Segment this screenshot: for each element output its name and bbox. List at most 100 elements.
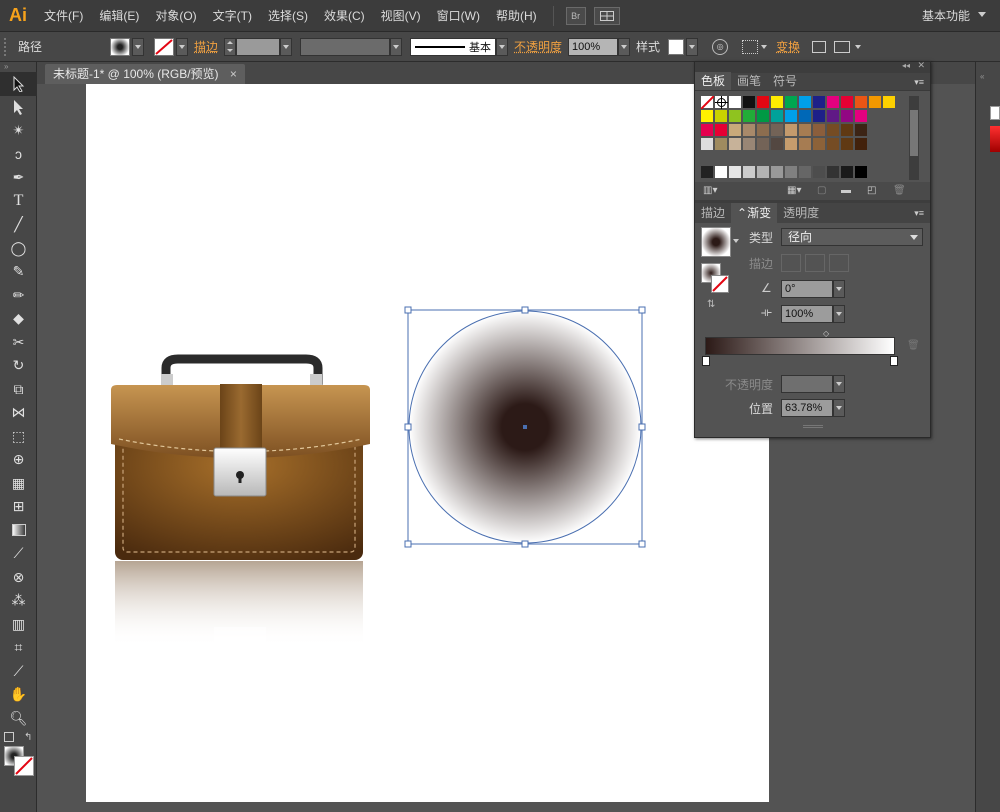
swatch[interactable] (757, 138, 770, 151)
style-dropdown[interactable] (686, 37, 699, 56)
swatch[interactable] (855, 124, 868, 137)
brush-definition[interactable]: 基本 (410, 37, 497, 56)
swatch-gray[interactable] (785, 166, 798, 179)
swatch-gray[interactable] (799, 166, 812, 179)
isolate-group-icon[interactable] (812, 40, 827, 53)
menu-object[interactable]: 对象(O) (147, 0, 204, 32)
swatch[interactable] (869, 96, 882, 109)
fill-stroke-widget[interactable]: ↰ (0, 730, 36, 780)
menu-help[interactable]: 帮助(H) (488, 0, 545, 32)
swatch[interactable] (771, 124, 784, 137)
stop-opacity-dropdown[interactable] (833, 375, 845, 393)
brush-dropdown[interactable] (496, 37, 509, 56)
stroke-weight-stepper[interactable] (224, 37, 237, 56)
magic-wand-tool-icon[interactable]: ✴ (0, 119, 37, 143)
stroke-color-icon[interactable] (14, 756, 34, 776)
swatch-gray[interactable] (841, 166, 854, 179)
stroke-weight-dropdown[interactable] (280, 37, 293, 56)
fill-dropdown[interactable] (132, 37, 145, 56)
swatch-registration[interactable] (715, 96, 728, 109)
swatch[interactable] (771, 138, 784, 151)
swatch[interactable] (827, 124, 840, 137)
swatch[interactable] (729, 124, 742, 137)
swatch-libraries-icon[interactable]: ▥▾ (703, 185, 717, 196)
gradient-tool-icon[interactable] (0, 519, 37, 543)
collapse-panel-icon[interactable]: ◂◂ (902, 61, 910, 70)
profile-dropdown[interactable] (390, 37, 403, 56)
bridge-button[interactable]: Br (565, 6, 586, 25)
tab-stroke[interactable]: 描边 (695, 203, 731, 223)
eyedropper-tool-icon[interactable]: ⟋ (0, 542, 37, 566)
tab-transparency[interactable]: 透明度 (777, 203, 825, 223)
swatch[interactable] (701, 124, 714, 137)
swap-colors-icon[interactable]: ↰ (24, 732, 32, 743)
artboard[interactable] (86, 84, 769, 802)
swatch[interactable] (701, 110, 714, 123)
menu-edit[interactable]: 编辑(E) (91, 0, 147, 32)
dock-expand-icon[interactable]: « (980, 72, 984, 81)
delete-stop-icon[interactable]: 🗑︎ (907, 340, 920, 351)
swatch[interactable] (757, 124, 770, 137)
artboard-tool-icon[interactable]: ⌗ (0, 636, 37, 660)
swatch-scrollbar[interactable] (909, 96, 919, 180)
free-transform-tool-icon[interactable]: ⬚ (0, 425, 37, 449)
angle-dropdown[interactable] (833, 280, 845, 298)
gradient-stop-end[interactable] (890, 356, 898, 366)
swatch[interactable] (771, 96, 784, 109)
direct-selection-tool-icon[interactable] (0, 96, 37, 120)
gradient-panel-menu-icon[interactable]: ▾≡ (914, 208, 924, 219)
gradient-stop-start[interactable] (702, 356, 710, 366)
pencil-tool-icon[interactable]: ✏ (0, 284, 37, 308)
swatch-none[interactable] (700, 95, 715, 110)
panel-menu-icon[interactable]: ▾≡ (914, 77, 924, 88)
close-panel-icon[interactable]: ✕ (917, 60, 925, 71)
swatch[interactable] (813, 96, 826, 109)
swatch-gray[interactable] (813, 166, 826, 179)
swatch-gray[interactable] (855, 166, 868, 179)
swatch[interactable] (813, 138, 826, 151)
mesh-tool-icon[interactable]: ⊞ (0, 495, 37, 519)
workspace-chevron-icon[interactable] (978, 12, 986, 17)
menu-type[interactable]: 文字(T) (205, 0, 260, 32)
recolor-artwork-icon[interactable]: ◎ (712, 38, 729, 55)
fill-swatch[interactable] (110, 37, 131, 56)
show-kinds-icon[interactable]: ▦▾ (787, 185, 801, 196)
gradient-type-select[interactable]: 径向 (781, 228, 923, 246)
swatch[interactable] (799, 138, 812, 151)
swatch[interactable] (743, 138, 756, 151)
column-graph-tool-icon[interactable]: ▥ (0, 613, 37, 637)
menu-select[interactable]: 选择(S) (260, 0, 316, 32)
menu-view[interactable]: 视图(V) (373, 0, 429, 32)
stroke-across-icon[interactable] (829, 254, 849, 272)
swatch[interactable] (715, 110, 728, 123)
swatch[interactable] (771, 110, 784, 123)
tools-collapse-icon[interactable]: » (0, 62, 36, 72)
menu-file[interactable]: 文件(F) (36, 0, 91, 32)
swatch[interactable] (799, 96, 812, 109)
swatch[interactable] (813, 110, 826, 123)
swatch[interactable] (813, 124, 826, 137)
scale-tool-icon[interactable]: ⧉ (0, 378, 37, 402)
swatch[interactable] (827, 96, 840, 109)
graphic-style-swatch[interactable] (668, 38, 685, 55)
dock-color-icon[interactable] (990, 126, 1000, 152)
document-tab[interactable]: 未标题-1* @ 100% (RGB/预览) × (45, 64, 245, 84)
aspect-ratio-dropdown[interactable] (833, 305, 845, 323)
blob-brush-tool-icon[interactable]: ◆ (0, 307, 37, 331)
swatch[interactable] (715, 124, 728, 137)
grip-handle[interactable] (4, 37, 12, 56)
swatch[interactable] (841, 138, 854, 151)
stroke-label[interactable]: 描边 (188, 38, 224, 55)
stroke-along-icon[interactable] (805, 254, 825, 272)
new-color-group-icon[interactable]: ▬ (841, 185, 851, 196)
new-swatch-icon[interactable]: ◰ (867, 185, 876, 196)
swatch[interactable] (799, 110, 812, 123)
swatch-gray[interactable] (715, 166, 728, 179)
swatch-gray[interactable] (827, 166, 840, 179)
workspace-switcher[interactable]: 基本功能 (922, 0, 970, 32)
swatch[interactable] (729, 96, 742, 109)
swatch[interactable] (743, 96, 756, 109)
swatch[interactable] (743, 124, 756, 137)
zoom-tool-icon[interactable]: 🔍︎ (0, 707, 37, 731)
stroke-indicator-icon[interactable] (711, 275, 729, 293)
